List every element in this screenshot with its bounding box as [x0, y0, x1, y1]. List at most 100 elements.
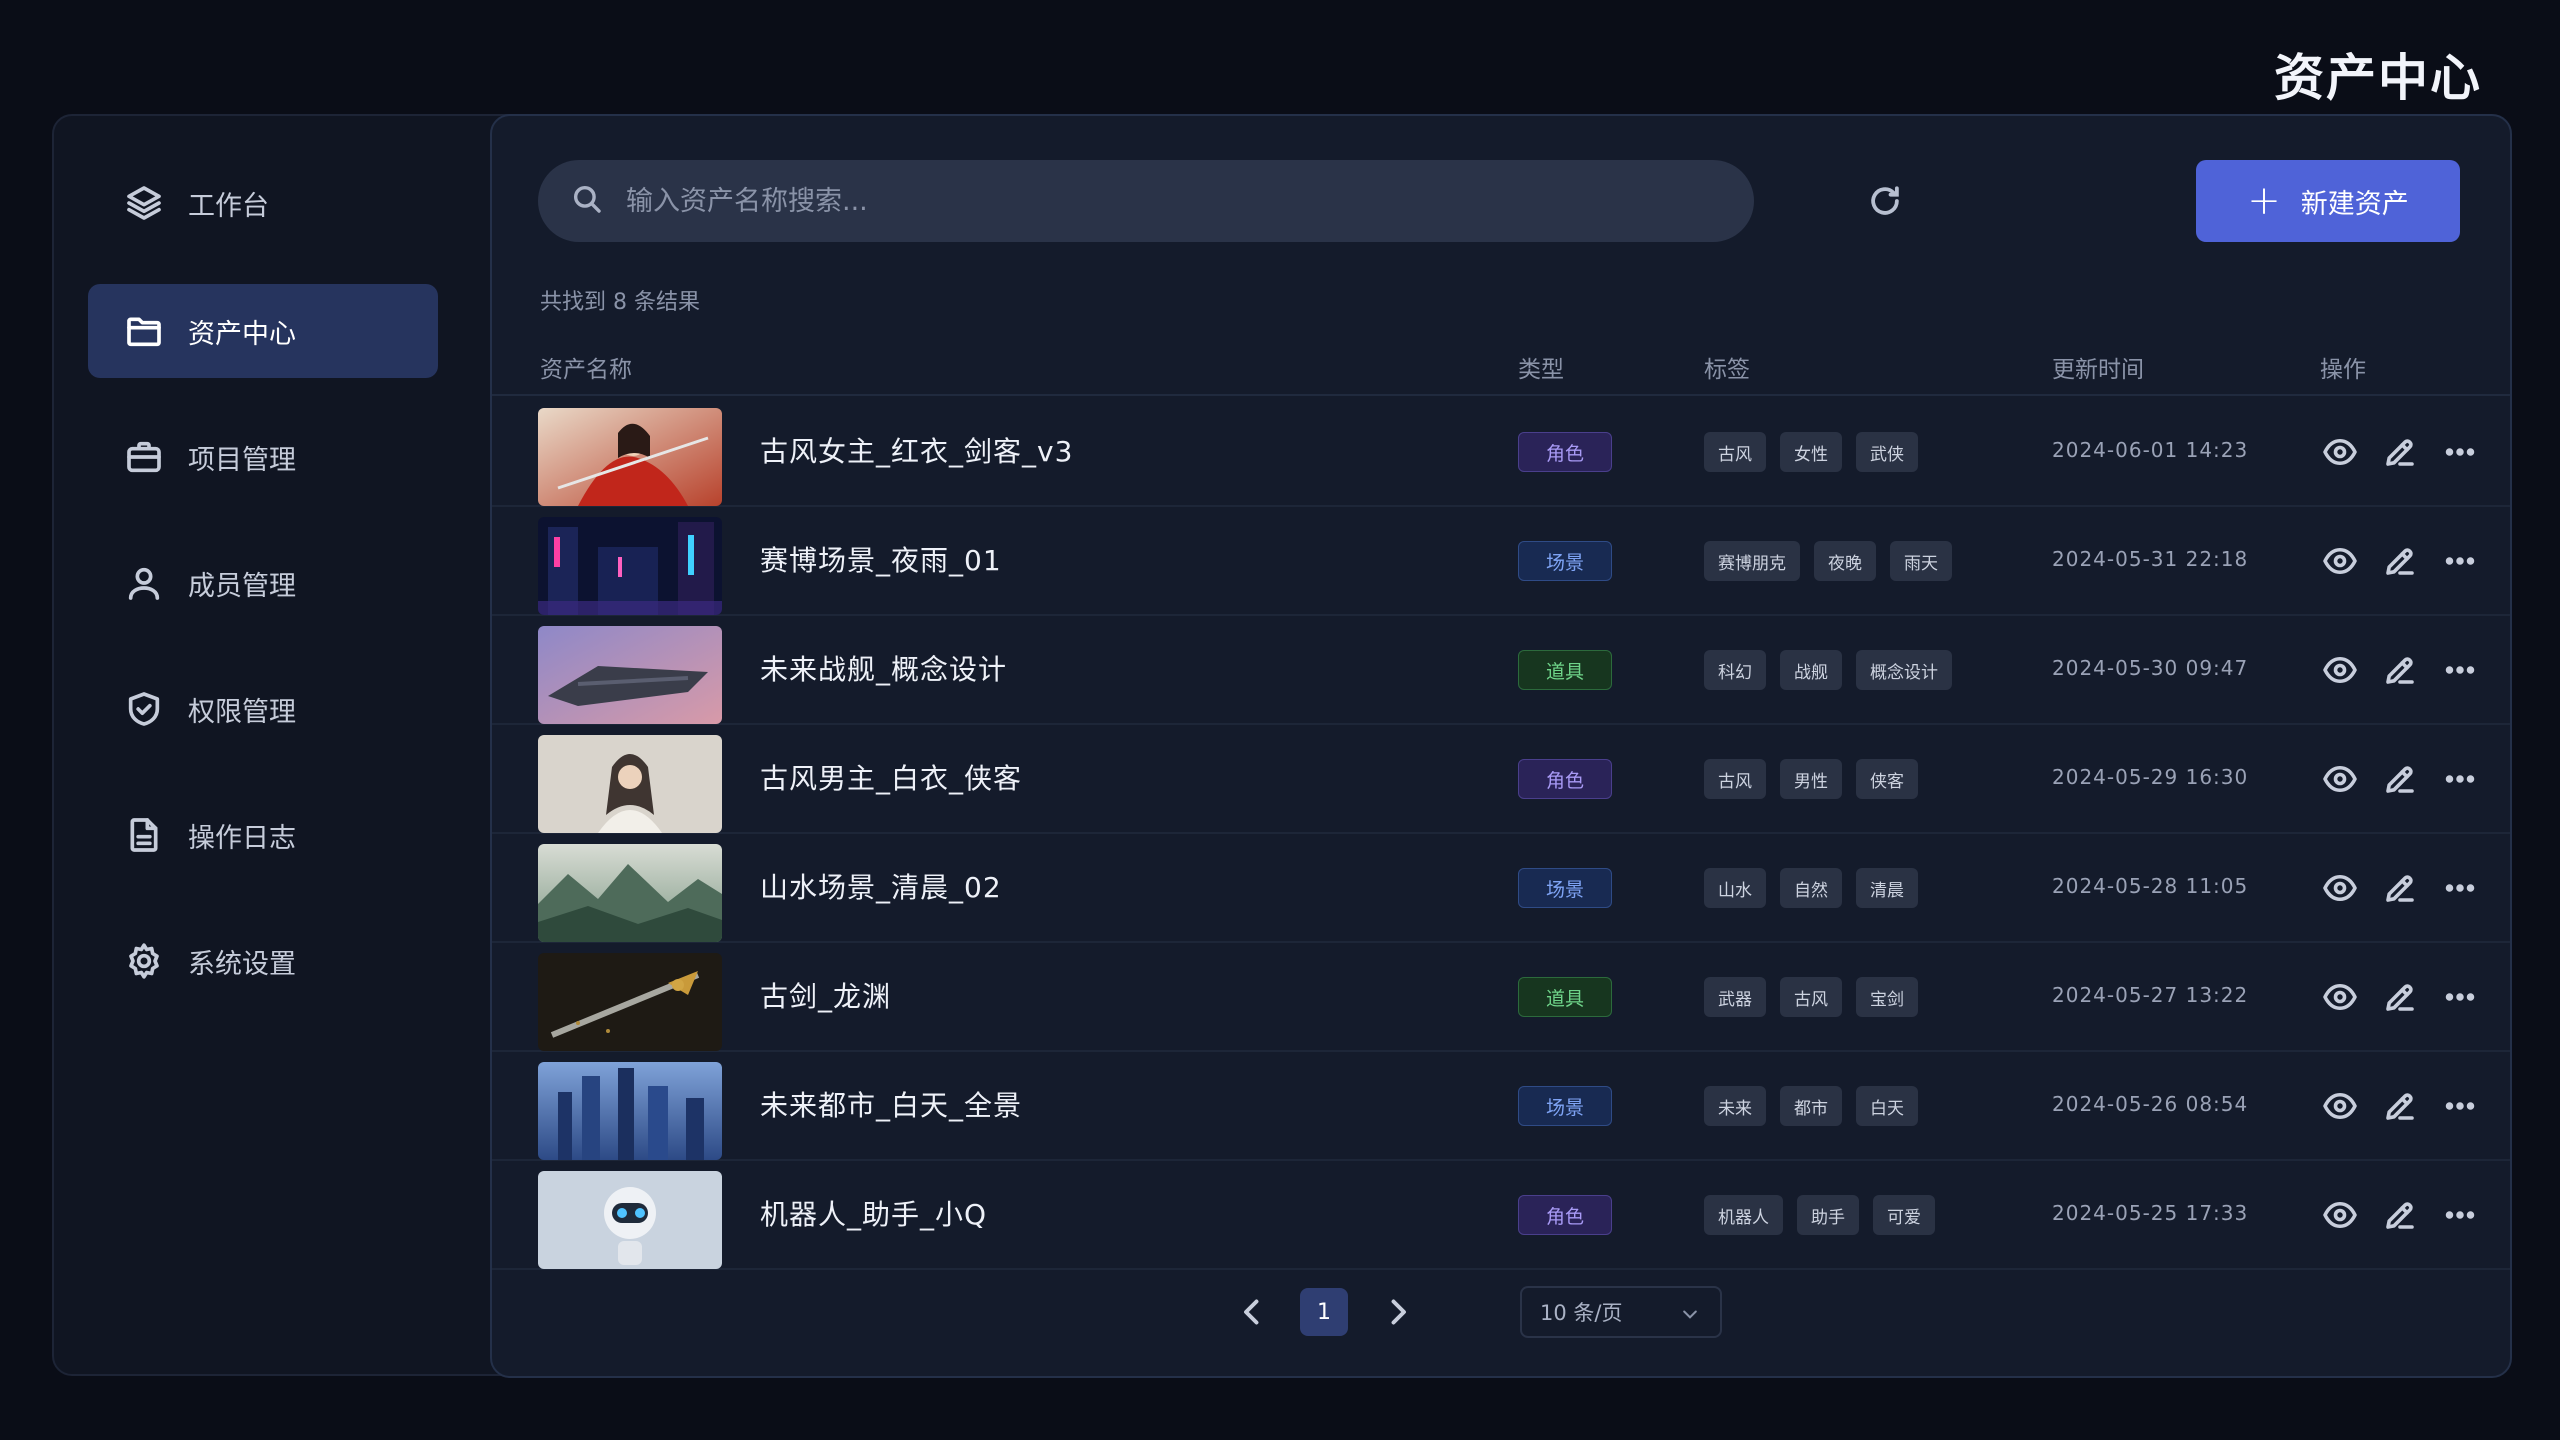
new-asset-button[interactable]: + 新建资产: [2196, 160, 2460, 242]
view-icon[interactable]: [2322, 543, 2358, 579]
page-size-value: 10 条/页: [1540, 1301, 1623, 1325]
table-row[interactable]: 机器人_助手_小Q 角色 机器人 助手 可爱 2024-05-25 17:33: [492, 1161, 2510, 1270]
more-icon[interactable]: [2442, 543, 2478, 579]
tag-chip: 自然: [1780, 868, 1842, 908]
tag-chip: 可爱: [1873, 1195, 1935, 1235]
updated-time: 2024-05-26 08:54: [2052, 1092, 2249, 1116]
edit-icon[interactable]: [2382, 543, 2418, 579]
sidebar-item-asset-center[interactable]: 资产中心: [88, 284, 438, 378]
tag-chip: 科幻: [1704, 650, 1766, 690]
tag-chip: 战舰: [1780, 650, 1842, 690]
table-row[interactable]: 古风男主_白衣_侠客 角色 古风 男性 侠客 2024-05-29 16:30: [492, 725, 2510, 834]
edit-icon[interactable]: [2382, 761, 2418, 797]
tag-chip: 助手: [1797, 1195, 1859, 1235]
tag-chip: 女性: [1780, 432, 1842, 472]
asset-thumbnail[interactable]: [538, 408, 722, 506]
sidebar-item-label: 项目管理: [188, 444, 296, 476]
more-icon[interactable]: [2442, 1197, 2478, 1233]
table-row[interactable]: 古剑_龙渊 道具 武器 古风 宝剑 2024-05-27 13:22: [492, 943, 2510, 1052]
tag-list: 古风 男性 侠客: [1704, 759, 1918, 799]
asset-thumbnail[interactable]: [538, 1171, 722, 1269]
tag-chip: 古风: [1704, 432, 1766, 472]
table-row[interactable]: 古风女主_红衣_剑客_v3 角色 古风 女性 武侠 2024-06-01 14:23: [492, 398, 2510, 507]
asset-thumbnail[interactable]: [538, 844, 722, 942]
tag-chip: 侠客: [1856, 759, 1918, 799]
sidebar-item-label: 工作台: [188, 190, 269, 222]
chevron-left-icon: [1244, 1299, 1259, 1325]
sidebar-item-permissions[interactable]: 权限管理: [88, 662, 438, 756]
asset-name[interactable]: 古风女主_红衣_剑客_v3: [760, 430, 1073, 470]
view-icon[interactable]: [2322, 870, 2358, 906]
more-icon[interactable]: [2442, 1088, 2478, 1124]
asset-thumbnail[interactable]: [538, 953, 722, 1051]
more-icon[interactable]: [2442, 761, 2478, 797]
search-input[interactable]: [626, 185, 1726, 217]
header-tags[interactable]: 标签: [1704, 350, 1750, 384]
sidebar-item-workbench[interactable]: 工作台: [88, 156, 438, 250]
view-icon[interactable]: [2322, 979, 2358, 1015]
asset-name[interactable]: 机器人_助手_小Q: [760, 1193, 987, 1233]
asset-name[interactable]: 赛博场景_夜雨_01: [760, 539, 1002, 579]
sidebar-item-members[interactable]: 成员管理: [88, 536, 438, 630]
refresh-button[interactable]: [1866, 182, 1904, 220]
asset-name[interactable]: 山水场景_清晨_02: [760, 866, 1002, 906]
row-actions: [2322, 761, 2478, 797]
sidebar-item-settings[interactable]: 系统设置: [88, 914, 438, 1008]
sidebar-item-projects[interactable]: 项目管理: [88, 410, 438, 504]
user-icon: [124, 563, 164, 603]
edit-icon[interactable]: [2382, 870, 2418, 906]
row-actions: [2322, 979, 2478, 1015]
view-icon[interactable]: [2322, 434, 2358, 470]
asset-name[interactable]: 未来战舰_概念设计: [760, 648, 1007, 688]
gear-icon: [124, 941, 164, 981]
asset-thumbnail[interactable]: [538, 1062, 722, 1160]
asset-name[interactable]: 未来都市_白天_全景: [760, 1084, 1022, 1124]
edit-icon[interactable]: [2382, 434, 2418, 470]
sidebar-item-logs[interactable]: 操作日志: [88, 788, 438, 882]
header-name[interactable]: 资产名称: [540, 350, 632, 384]
view-icon[interactable]: [2322, 1088, 2358, 1124]
view-icon[interactable]: [2322, 1197, 2358, 1233]
table-header: 资产名称 类型 标签 更新时间 操作: [492, 336, 2510, 396]
view-icon[interactable]: [2322, 652, 2358, 688]
table-row[interactable]: 山水场景_清晨_02 场景 山水 自然 清晨 2024-05-28 11:05: [492, 834, 2510, 943]
tag-chip: 男性: [1780, 759, 1842, 799]
header-type[interactable]: 类型: [1518, 350, 1564, 384]
result-count: 共找到 8 条结果: [540, 290, 700, 315]
tag-chip: 雨天: [1890, 541, 1952, 581]
tag-list: 赛博朋克 夜晚 雨天: [1704, 541, 1952, 581]
sidebar: 工作台 资产中心 项目管理 成员管理 权限管理 操作日志 系统设置: [54, 116, 490, 1374]
edit-icon[interactable]: [2382, 979, 2418, 1015]
table-row[interactable]: 未来战舰_概念设计 道具 科幻 战舰 概念设计 2024-05-30 09:47: [492, 616, 2510, 725]
asset-thumbnail[interactable]: [538, 735, 722, 833]
header-updated[interactable]: 更新时间: [2052, 350, 2144, 384]
current-page[interactable]: 1: [1300, 1288, 1348, 1336]
more-icon[interactable]: [2442, 870, 2478, 906]
more-icon[interactable]: [2442, 652, 2478, 688]
sidebar-item-label: 操作日志: [188, 822, 296, 854]
layers-icon: [124, 183, 164, 223]
table-row[interactable]: 赛博场景_夜雨_01 场景 赛博朋克 夜晚 雨天 2024-05-31 22:18: [492, 507, 2510, 616]
view-icon[interactable]: [2322, 761, 2358, 797]
edit-icon[interactable]: [2382, 1088, 2418, 1124]
asset-name[interactable]: 古剑_龙渊: [760, 975, 891, 1015]
edit-icon[interactable]: [2382, 1197, 2418, 1233]
table-row[interactable]: 未来都市_白天_全景 场景 未来 都市 白天 2024-05-26 08:54: [492, 1052, 2510, 1161]
search-bar[interactable]: [538, 160, 1754, 242]
chevron-right-icon: [1391, 1299, 1406, 1325]
asset-thumbnail[interactable]: [538, 517, 722, 615]
more-icon[interactable]: [2442, 979, 2478, 1015]
page-size-select[interactable]: 10 条/页: [1520, 1286, 1722, 1338]
asset-name[interactable]: 古风男主_白衣_侠客: [760, 757, 1022, 797]
tag-chip: 白天: [1856, 1086, 1918, 1126]
asset-thumbnail[interactable]: [538, 626, 722, 724]
tag-chip: 宝剑: [1856, 977, 1918, 1017]
more-icon[interactable]: [2442, 434, 2478, 470]
tag-chip: 古风: [1780, 977, 1842, 1017]
prev-page-button[interactable]: [1234, 1294, 1270, 1330]
next-page-button[interactable]: [1380, 1294, 1416, 1330]
row-actions: [2322, 652, 2478, 688]
edit-icon[interactable]: [2382, 652, 2418, 688]
header-actions: 操作: [2320, 357, 2366, 383]
new-asset-label: 新建资产: [2300, 188, 2409, 220]
